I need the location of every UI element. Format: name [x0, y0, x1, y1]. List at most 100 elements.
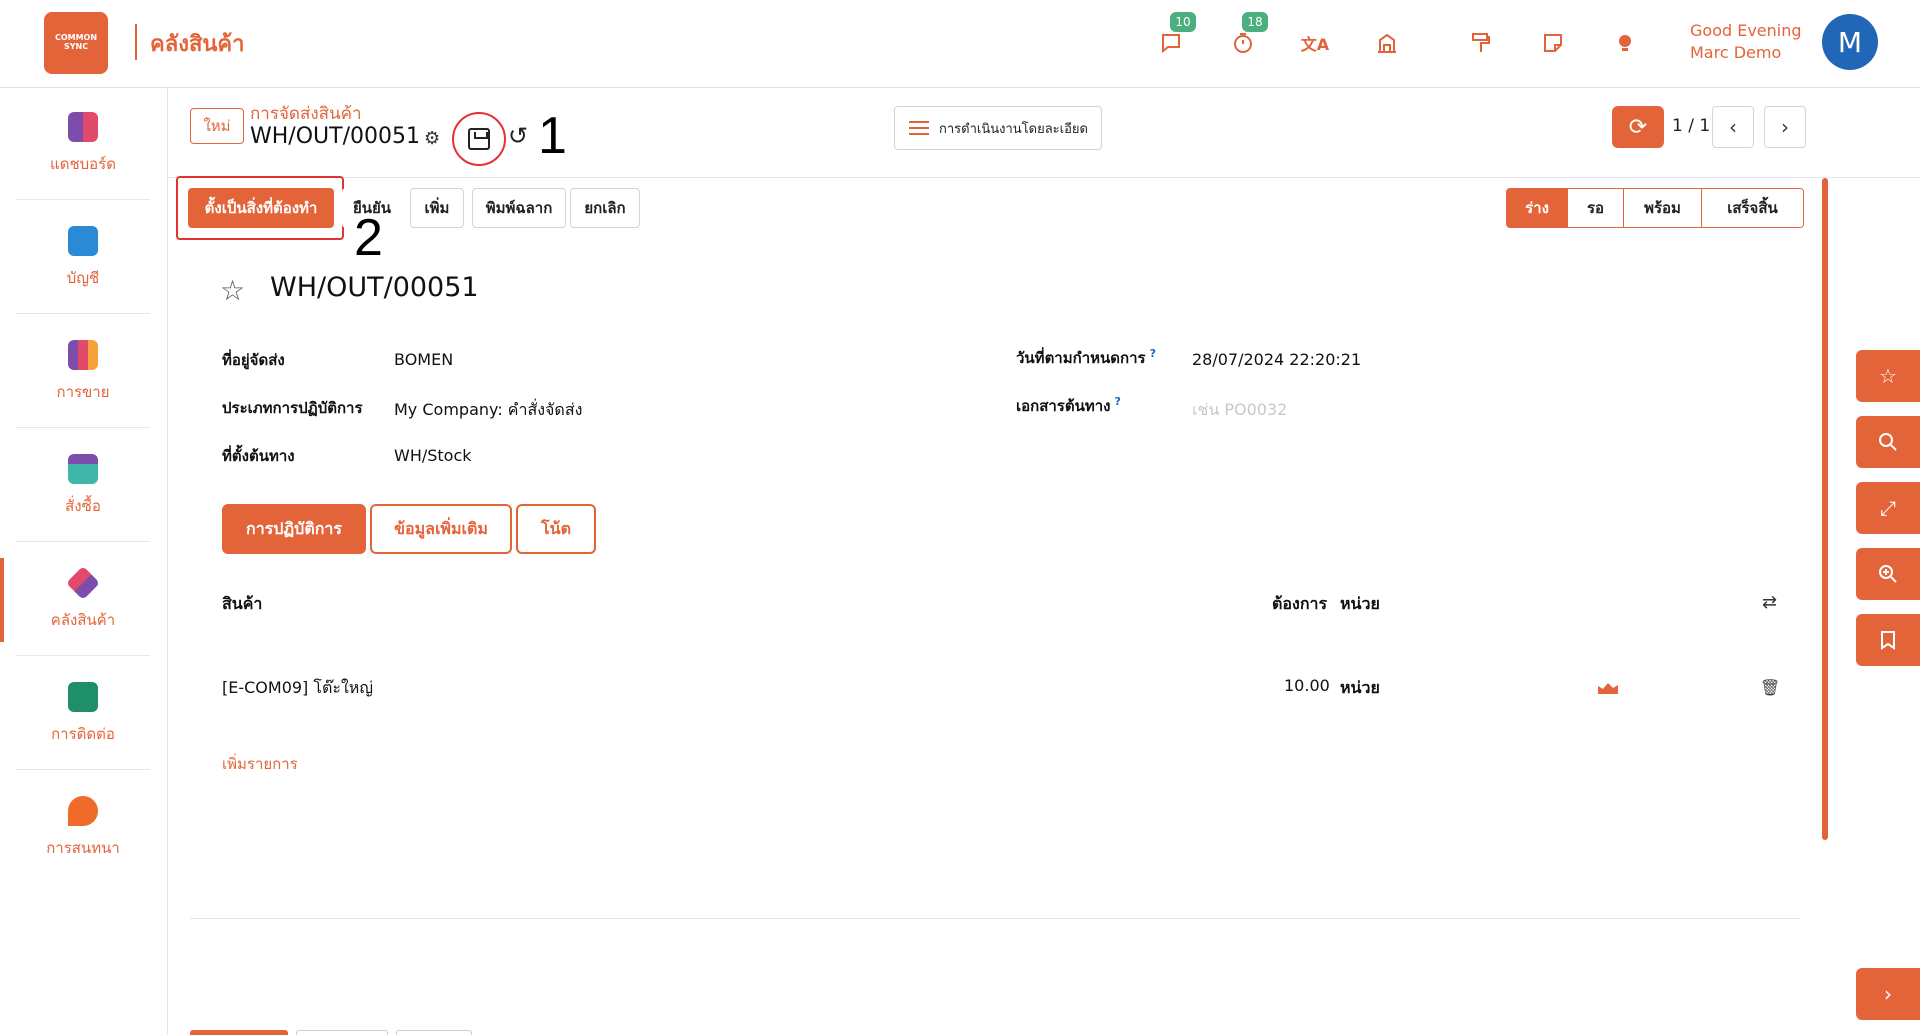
pager-previous-button[interactable]: ‹	[1712, 106, 1754, 148]
save-icon	[468, 128, 490, 150]
stage-pipeline: ร่าง รอ พร้อม เสร็จสิ้น	[1506, 188, 1804, 228]
sidebar-item-dashboard[interactable]: แดชบอร์ด	[16, 88, 150, 200]
sidebar-item-label: คลังสินค้า	[50, 610, 116, 629]
user-avatar[interactable]: M	[1822, 14, 1878, 70]
field-label-source-location: ที่ตั้งต้นทาง	[222, 447, 295, 465]
sidebar-item-label: แดชบอร์ด	[50, 154, 116, 173]
row-unit[interactable]: หน่วย	[1340, 676, 1380, 701]
annotation-number-1: 1	[538, 107, 567, 165]
add-button[interactable]: เพิ่ม	[410, 188, 464, 228]
app-title[interactable]: คลังสินค้า	[150, 26, 244, 61]
search-icon[interactable]	[1856, 416, 1920, 468]
sidebar-item-inventory[interactable]: คลังสินค้า	[16, 544, 150, 656]
user-greeting[interactable]: Good Evening Marc Demo	[1690, 20, 1802, 64]
actions-menu-label: การดำเนินงานโดยละเอียด	[939, 121, 1088, 137]
field-label-operation-type: ประเภทการปฏิบัติการ	[222, 399, 363, 417]
discard-icon[interactable]: ↺	[508, 122, 528, 150]
field-label-scheduled-date: วันที่ตามกำหนดการ?	[1016, 346, 1156, 370]
sidebar-item-label: การสนทนา	[46, 839, 120, 857]
field-label-delivery-address: ที่อยู่จัดส่ง	[222, 351, 285, 369]
actions-menu-button[interactable]: การดำเนินงานโดยละเอียด	[894, 106, 1102, 150]
sidebar-item-label: บัญชี	[66, 268, 100, 287]
sidebar-item-purchase[interactable]: สั่งซื้อ	[16, 430, 150, 542]
timer-badge: 18	[1242, 12, 1268, 32]
discuss-icon	[68, 796, 98, 826]
purchase-icon	[68, 453, 98, 484]
expand-icon[interactable]: ⤢	[1856, 482, 1920, 534]
app-logo[interactable]: COMMON SYNC	[44, 12, 108, 74]
save-button[interactable]	[452, 112, 506, 166]
section-divider	[190, 918, 1800, 919]
bottom-tab-partial	[190, 1030, 288, 1035]
column-header-demand[interactable]: ต้องการ	[1272, 592, 1327, 617]
help-mark[interactable]: ?	[1114, 395, 1120, 408]
field-operation-type[interactable]: My Company: คำสั่งจัดส่ง	[394, 398, 582, 423]
chat-badge: 10	[1170, 12, 1196, 32]
star-icon[interactable]: ☆	[220, 274, 245, 307]
field-source-document[interactable]: เช่น PO0032	[1192, 398, 1287, 423]
company-icon[interactable]	[1372, 28, 1402, 58]
sidebar-item-contacts[interactable]: การติดต่อ	[16, 658, 150, 770]
column-settings-icon[interactable]: ⇄	[1762, 592, 1777, 613]
row-product[interactable]: [E-COM09] โต๊ะใหญ่	[222, 676, 373, 701]
bottom-tab-partial	[296, 1030, 388, 1035]
bookmark-icon[interactable]	[1856, 614, 1920, 666]
gear-icon[interactable]: ⚙	[424, 128, 440, 149]
star-icon[interactable]: ☆	[1856, 350, 1920, 402]
record-title: WH/OUT/00051	[270, 272, 479, 303]
sidebar-item-discuss[interactable]: การสนทนา	[16, 772, 150, 884]
dashboard-icon	[68, 111, 98, 142]
field-label-source-document: เอกสารต้นทาง?	[1016, 394, 1121, 418]
sidebar-item-accounting[interactable]: บัญชี	[16, 202, 150, 314]
contacts-icon	[68, 681, 98, 712]
row-demand[interactable]: 10.00	[1284, 676, 1330, 695]
column-header-unit[interactable]: หน่วย	[1340, 592, 1380, 617]
timer-icon[interactable]: 18	[1228, 12, 1268, 58]
print-labels-button[interactable]: พิมพ์ฉลาก	[472, 188, 566, 228]
top-navbar: COMMON SYNC คลังสินค้า 10 18 文A Good Eve…	[0, 0, 1920, 88]
paint-roller-icon[interactable]	[1466, 28, 1496, 58]
column-header-product[interactable]: สินค้า	[222, 592, 262, 617]
breadcrumb-parent[interactable]: การจัดส่งสินค้า	[250, 100, 362, 127]
pager-value[interactable]: 1 / 1	[1672, 116, 1710, 136]
trash-icon[interactable]: 🗑	[1760, 678, 1780, 697]
sidebar-item-label: การขาย	[56, 382, 110, 401]
annotation-number-2: 2	[354, 209, 383, 267]
sidebar-item-label: การติดต่อ	[51, 724, 115, 743]
scheduled-date-label-text: วันที่ตามกำหนดการ	[1016, 349, 1146, 367]
refresh-button[interactable]: ⟳	[1612, 106, 1664, 148]
bottom-tab-partial	[396, 1030, 472, 1035]
chat-icon[interactable]: 10	[1156, 12, 1196, 58]
note-icon[interactable]	[1538, 28, 1568, 58]
lightbulb-icon[interactable]	[1610, 28, 1640, 58]
field-delivery-address[interactable]: BOMEN	[394, 350, 453, 369]
cancel-button[interactable]: ยกเลิก	[570, 188, 640, 228]
translate-icon[interactable]: 文A	[1300, 28, 1330, 58]
field-source-location[interactable]: WH/Stock	[394, 446, 472, 465]
add-line-link[interactable]: เพิ่มรายการ	[222, 752, 298, 776]
logo-text: COMMON SYNC	[54, 33, 98, 51]
field-scheduled-date[interactable]: 28/07/2024 22:20:21	[1192, 350, 1361, 369]
tab-note[interactable]: โน้ต	[516, 504, 596, 554]
tab-operations[interactable]: การปฏิบัติการ	[222, 504, 366, 554]
pager-next-button[interactable]: ›	[1764, 106, 1806, 148]
stage-draft[interactable]: ร่าง	[1507, 189, 1567, 227]
chevron-right-icon[interactable]: ›	[1856, 968, 1920, 1020]
sidebar-active-indicator	[0, 558, 4, 642]
tab-additional-info[interactable]: ข้อมูลเพิ่มเติม	[370, 504, 512, 554]
annotation-highlight-box	[176, 176, 344, 240]
stage-waiting[interactable]: รอ	[1567, 189, 1623, 227]
sheet-scrollbar[interactable]	[1822, 178, 1828, 840]
accounting-icon	[68, 225, 98, 256]
sidebar-item-label: สั่งซื้อ	[65, 496, 101, 515]
inventory-icon	[66, 565, 100, 600]
stage-ready[interactable]: พร้อม	[1623, 189, 1701, 227]
forecast-chart-icon[interactable]	[1598, 680, 1618, 694]
sidebar-item-sales[interactable]: การขาย	[16, 316, 150, 428]
menu-icon	[909, 121, 929, 135]
source-document-label-text: เอกสารต้นทาง	[1016, 397, 1111, 415]
help-mark[interactable]: ?	[1150, 347, 1156, 360]
zoom-in-icon[interactable]	[1856, 548, 1920, 600]
new-button[interactable]: ใหม่	[190, 108, 244, 144]
stage-done[interactable]: เสร็จสิ้น	[1701, 189, 1803, 227]
